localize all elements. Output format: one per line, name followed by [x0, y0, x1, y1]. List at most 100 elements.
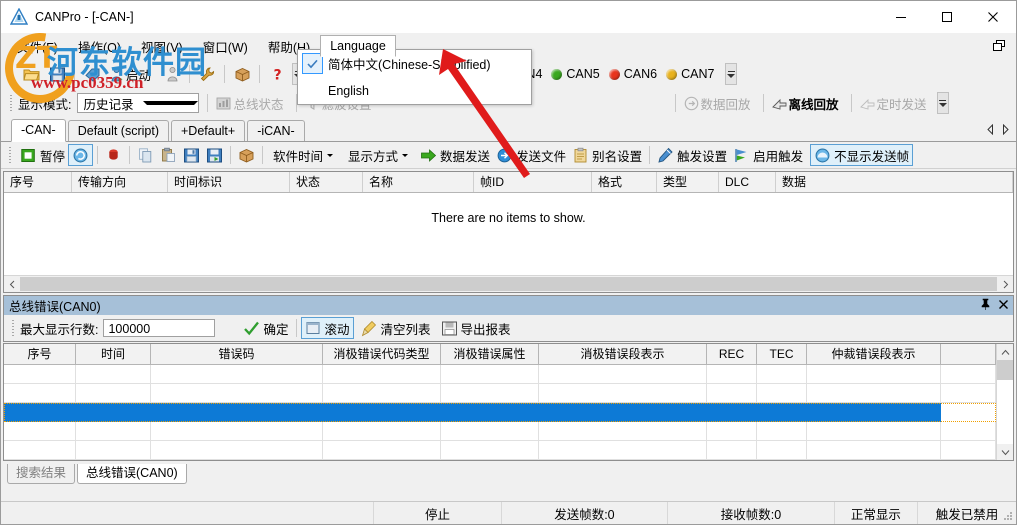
package-icon[interactable] — [229, 62, 255, 86]
pin-icon[interactable] — [980, 298, 991, 313]
scroll-right-icon[interactable] — [997, 276, 1013, 292]
enable-trigger-button[interactable]: 启用触发 — [730, 144, 806, 166]
scroll-left-icon[interactable] — [4, 276, 20, 292]
menu-language[interactable]: Language — [320, 35, 396, 57]
wrench-icon[interactable] — [194, 62, 220, 86]
display-mode-select[interactable]: 历史记录 — [77, 93, 200, 113]
close-icon[interactable] — [998, 299, 1009, 313]
bottom-tab-bus-error[interactable]: 总线错误(CAN0) — [77, 464, 187, 484]
tab-ican[interactable]: -iCAN- — [247, 120, 305, 141]
toolbar-overflow-icon[interactable] — [936, 92, 949, 114]
bus-error-vscrollbar[interactable] — [996, 344, 1013, 460]
chevron-down-icon[interactable] — [402, 153, 409, 157]
pause-button[interactable]: 暂停 — [17, 144, 68, 166]
column-header-error-code[interactable]: 错误码 — [151, 344, 323, 364]
timed-send-button[interactable]: 定时发送 — [856, 91, 935, 115]
open-folder-icon[interactable] — [18, 62, 44, 86]
scrollbar-thumb[interactable] — [997, 360, 1013, 380]
refresh-button[interactable] — [68, 144, 94, 166]
help-question-icon[interactable]: ? — [264, 62, 290, 86]
package-button[interactable] — [235, 144, 258, 166]
data-replay-button[interactable]: 数据回放 — [680, 91, 759, 115]
column-header-passive-segment[interactable]: 消极错误段表示 — [539, 344, 707, 364]
max-rows-input[interactable]: 100000 — [103, 319, 216, 337]
menu-view[interactable]: 视图(V) — [131, 33, 193, 60]
bus-state-button[interactable]: 总线状态 — [212, 91, 291, 115]
scroll-up-icon[interactable] — [997, 344, 1013, 360]
table-row[interactable] — [4, 422, 996, 441]
copy-button[interactable] — [134, 144, 157, 166]
menu-file[interactable]: 文件(F) — [7, 33, 68, 60]
toolbar-grip[interactable] — [8, 94, 15, 112]
column-header-tec[interactable]: TEC — [757, 344, 807, 364]
stop-record-button[interactable] — [102, 144, 125, 166]
alias-settings-button[interactable]: 别名设置 — [569, 144, 645, 166]
frame-list-hscrollbar[interactable] — [4, 275, 1013, 292]
scrollbar-track[interactable] — [997, 380, 1013, 444]
save-export-button[interactable] — [203, 144, 226, 166]
column-header-format[interactable]: 格式 — [592, 172, 657, 192]
column-header-direction[interactable]: 传输方向 — [72, 172, 168, 192]
toolbar-grip[interactable] — [8, 65, 15, 83]
toolbar-grip[interactable] — [7, 146, 14, 164]
channel-can5[interactable]: CAN5 — [551, 67, 600, 81]
menu-window[interactable]: 窗口(W) — [193, 33, 258, 60]
tab-can[interactable]: -CAN- — [11, 119, 66, 142]
resize-grip[interactable] — [1002, 510, 1014, 522]
toolbar-overflow-icon[interactable] — [725, 63, 738, 85]
maximize-button[interactable] — [924, 1, 970, 33]
column-header-type[interactable]: 类型 — [657, 172, 719, 192]
column-header-data[interactable]: 数据 — [776, 172, 1013, 192]
menu-operation[interactable]: 操作(O) — [68, 33, 131, 60]
offline-replay-button[interactable]: 离线回放 — [768, 91, 847, 115]
minimize-button[interactable] — [878, 1, 924, 33]
tab-default-script[interactable]: Default (script) — [67, 120, 169, 141]
chevron-down-icon[interactable] — [327, 153, 334, 157]
column-header-passive-attr[interactable]: 消极错误属性 — [441, 344, 539, 364]
scroll-down-icon[interactable] — [997, 444, 1013, 460]
column-header-dlc[interactable]: DLC — [719, 172, 776, 192]
table-row[interactable] — [4, 403, 996, 422]
scroll-toggle-button[interactable]: 滚动 — [300, 317, 354, 339]
save-list-button[interactable] — [180, 144, 203, 166]
stop-person-icon[interactable] — [159, 62, 185, 86]
column-header-arbitration-segment[interactable]: 仲裁错误段表示 — [807, 344, 941, 364]
bottom-tab-search-results[interactable]: 搜索结果 — [7, 464, 76, 484]
display-mode-button[interactable]: 显示方式 — [342, 144, 411, 166]
channel-can6[interactable]: CAN6 — [608, 67, 657, 81]
export-report-button[interactable]: 导出报表 — [438, 317, 514, 339]
paste-button[interactable] — [157, 144, 180, 166]
floppy-save-icon[interactable] — [44, 62, 70, 86]
tab-next-icon[interactable] — [1001, 123, 1010, 138]
software-time-button[interactable]: 软件时间 — [267, 144, 336, 166]
hide-sent-frames-button[interactable]: 不显示发送帧 — [810, 144, 914, 166]
close-button[interactable] — [970, 1, 1016, 33]
clear-list-button[interactable]: 清空列表 — [358, 317, 434, 339]
tab-default-plus[interactable]: +Default+ — [171, 120, 246, 141]
send-file-button[interactable]: 发送文件 — [493, 144, 569, 166]
column-header-blank[interactable] — [941, 344, 996, 364]
column-header-passive-code-type[interactable]: 消极错误代码类型 — [323, 344, 441, 364]
column-header-timestamp[interactable]: 时间标识 — [168, 172, 290, 192]
column-header-status[interactable]: 状态 — [290, 172, 363, 192]
trigger-settings-button[interactable]: 触发设置 — [654, 144, 730, 166]
language-option-english[interactable]: English — [298, 77, 531, 104]
column-header-seq[interactable]: 序号 — [4, 344, 76, 364]
tab-prev-icon[interactable] — [986, 123, 995, 138]
toolbar-grip[interactable] — [10, 319, 17, 337]
start-button[interactable]: 启动 — [105, 62, 159, 86]
column-header-seq[interactable]: 序号 — [4, 172, 72, 192]
channel-can7[interactable]: CAN7 — [666, 67, 714, 81]
table-row[interactable] — [4, 365, 996, 384]
column-header-name[interactable]: 名称 — [363, 172, 474, 192]
column-header-rec[interactable]: REC — [707, 344, 757, 364]
restore-window-icon[interactable] — [990, 37, 1008, 55]
confirm-button[interactable]: 确定 — [240, 317, 291, 339]
table-row[interactable] — [4, 441, 996, 460]
column-header-time[interactable]: 时间 — [76, 344, 151, 364]
data-send-button[interactable]: 数据发送 — [417, 144, 493, 166]
chevron-down-icon[interactable] — [138, 94, 199, 112]
scrollbar-thumb[interactable] — [20, 277, 997, 291]
column-header-frameid[interactable]: 帧ID — [474, 172, 592, 192]
blue-tag-icon[interactable] — [79, 62, 105, 86]
